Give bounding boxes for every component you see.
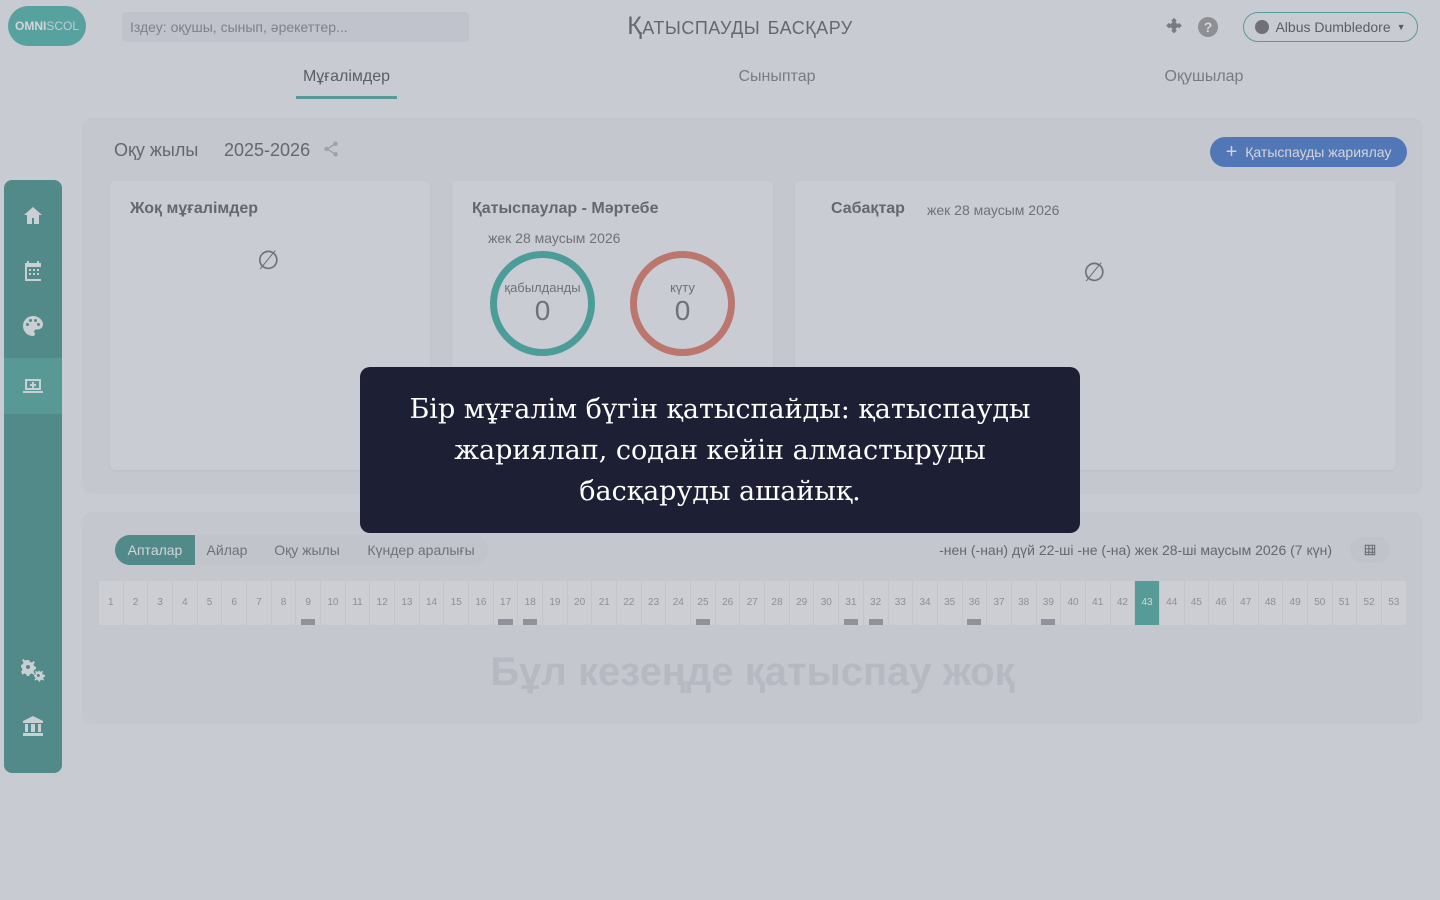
tutorial-tooltip: Бір мұғалім бүгін қатыспайды: қатыспауды…: [360, 367, 1080, 533]
tutorial-tooltip-text: Бір мұғалім бүгін қатыспайды: қатыспауды…: [409, 393, 1031, 507]
